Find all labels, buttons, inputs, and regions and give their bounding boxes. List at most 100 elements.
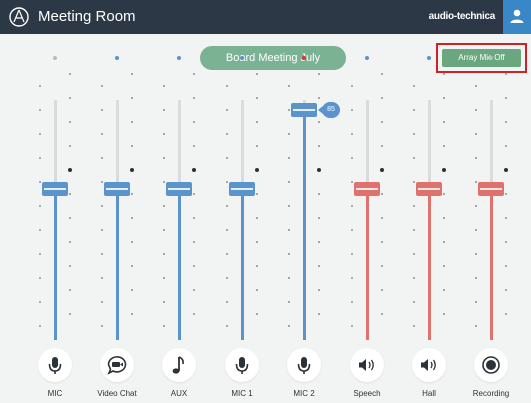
fader-track[interactable]: [178, 100, 181, 340]
scale-tick: [318, 289, 320, 291]
scale-tick: [101, 109, 103, 111]
scale-tick: [226, 253, 228, 255]
scale-tick: [443, 97, 445, 99]
scale-tick: [256, 193, 258, 195]
scale-tick: [226, 205, 228, 207]
scale-tick: [351, 157, 353, 159]
microphone-icon: [297, 357, 311, 374]
scale-tick: [39, 133, 41, 135]
channel-strip: Video Chat: [87, 0, 147, 403]
scale-tick: [101, 277, 103, 279]
scale-tick: [317, 168, 321, 172]
scale-tick: [475, 325, 477, 327]
fader-handle[interactable]: [354, 182, 380, 196]
fader-track[interactable]: [490, 100, 493, 340]
scale-tick: [443, 289, 445, 291]
scale-tick: [443, 193, 445, 195]
scale-tick: [351, 109, 353, 111]
fader-handle[interactable]: [416, 182, 442, 196]
scale-tick: [69, 73, 71, 75]
scale-tick: [163, 253, 165, 255]
scale-tick: [318, 313, 320, 315]
scale-tick: [69, 217, 71, 219]
scale-tick: [69, 265, 71, 267]
fader-track[interactable]: [116, 100, 119, 340]
scale-tick: [413, 229, 415, 231]
fader-level-fill: [116, 189, 119, 340]
scale-tick: [39, 181, 41, 183]
scale-tick: [131, 265, 133, 267]
scale-tick: [69, 97, 71, 99]
fader-handle[interactable]: [478, 182, 504, 196]
fader-level-fill: [178, 189, 181, 340]
scale-tick: [226, 181, 228, 183]
channel-strip: MIC 1: [212, 0, 272, 403]
scale-tick: [288, 277, 290, 279]
fader-handle[interactable]: [104, 182, 130, 196]
scale-tick: [131, 97, 133, 99]
scale-tick: [318, 145, 320, 147]
scale-tick: [69, 241, 71, 243]
fader-level-fill: [490, 189, 493, 340]
scale-tick: [69, 193, 71, 195]
channel-indicator-dot: [427, 56, 431, 60]
scale-tick: [505, 241, 507, 243]
channel-mute-button[interactable]: [474, 348, 508, 382]
microphone-icon: [235, 357, 249, 374]
fader-track[interactable]: [54, 100, 57, 340]
fader-handle[interactable]: [291, 103, 317, 117]
channel-mute-button[interactable]: [38, 348, 72, 382]
scale-tick: [226, 85, 228, 87]
fader-track[interactable]: [303, 100, 306, 340]
scale-tick: [288, 205, 290, 207]
scale-tick: [288, 157, 290, 159]
scale-tick: [101, 205, 103, 207]
scale-tick: [351, 205, 353, 207]
scale-tick: [413, 133, 415, 135]
channel-mute-button[interactable]: [162, 348, 196, 382]
scale-tick: [101, 229, 103, 231]
channel-mute-button[interactable]: [287, 348, 321, 382]
scale-tick: [381, 217, 383, 219]
scale-tick: [413, 181, 415, 183]
channel-strip: Hall: [399, 0, 459, 403]
fader-level-fill: [241, 189, 244, 340]
channel-mute-button[interactable]: [350, 348, 384, 382]
scale-tick: [131, 73, 133, 75]
scale-tick: [351, 85, 353, 87]
scale-tick: [68, 168, 72, 172]
scale-tick: [505, 193, 507, 195]
channel-indicator-dot: [177, 56, 181, 60]
scale-tick: [226, 325, 228, 327]
scale-tick: [101, 157, 103, 159]
scale-tick: [69, 121, 71, 123]
scale-tick: [318, 193, 320, 195]
scale-tick: [413, 253, 415, 255]
fader-track[interactable]: [366, 100, 369, 340]
scale-tick: [193, 313, 195, 315]
scale-tick: [39, 157, 41, 159]
fader-track[interactable]: [241, 100, 244, 340]
fader-track[interactable]: [428, 100, 431, 340]
channel-mute-button[interactable]: [100, 348, 134, 382]
scale-tick: [381, 97, 383, 99]
scale-tick: [256, 241, 258, 243]
scale-tick: [193, 241, 195, 243]
scale-tick: [351, 229, 353, 231]
fader-handle[interactable]: [229, 182, 255, 196]
scale-tick: [381, 73, 383, 75]
scale-tick: [163, 181, 165, 183]
scale-tick: [505, 121, 507, 123]
scale-tick: [193, 265, 195, 267]
speaker-icon: [421, 359, 436, 371]
scale-tick: [226, 109, 228, 111]
scale-tick: [39, 325, 41, 327]
scale-tick: [443, 145, 445, 147]
scale-tick: [193, 121, 195, 123]
channel-mute-button[interactable]: [412, 348, 446, 382]
fader-handle[interactable]: [166, 182, 192, 196]
fader-handle[interactable]: [42, 182, 68, 196]
channel-mute-button[interactable]: [225, 348, 259, 382]
fader-level-fill: [54, 189, 57, 340]
scale-tick: [226, 301, 228, 303]
